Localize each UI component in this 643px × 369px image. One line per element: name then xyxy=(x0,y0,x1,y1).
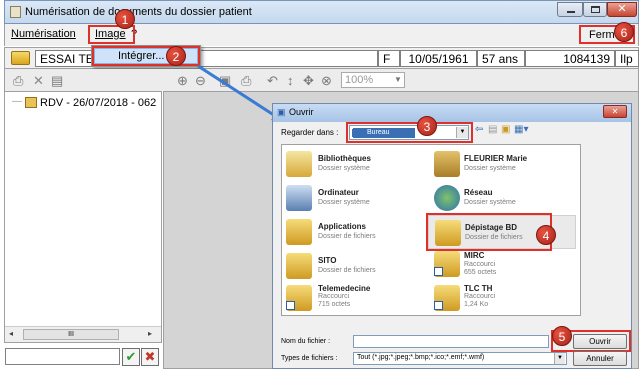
shortcut-arrow-icon xyxy=(286,301,295,310)
filetype-label: Types de fichiers : xyxy=(281,355,338,362)
list-item[interactable]: SITO Dossier de fichiers xyxy=(282,251,430,281)
up-folder-icon[interactable]: ▤ xyxy=(488,124,497,135)
item-type: Dossier système xyxy=(464,165,516,172)
network-icon xyxy=(434,185,460,211)
filename-label: Nom du fichier : xyxy=(281,338,331,345)
filename-input[interactable] xyxy=(353,335,549,348)
folder-icon xyxy=(286,253,312,279)
item-name: Telemedecine xyxy=(318,284,371,293)
arrow-line xyxy=(197,64,281,121)
item-name: Bibliothèques xyxy=(318,154,371,163)
filetype-select[interactable]: Tout (*.jpg;*.jpeg;*.bmp;*.ico;*.emf;*.w… xyxy=(353,352,567,365)
cancel-button-label: Annuler xyxy=(586,354,614,363)
item-type: Raccourci 655 octets xyxy=(464,261,497,276)
item-name: SITO xyxy=(318,256,337,265)
close-icon: ✕ xyxy=(611,107,619,116)
item-name: MIRC xyxy=(464,251,485,260)
chevron-down-icon: ▼ xyxy=(557,355,563,361)
user-folder-icon xyxy=(434,151,460,177)
filetype-dropdown-button[interactable]: ▼ xyxy=(554,353,565,364)
shortcut-arrow-icon xyxy=(434,267,443,276)
step-badge-1: 1 xyxy=(115,9,135,29)
step-badge-4: 4 xyxy=(536,225,556,245)
filetype-value: Tout (*.jpg;*.jpeg;*.bmp;*.ico;*.emf;*.w… xyxy=(357,354,485,361)
list-item[interactable]: Ordinateur Dossier système xyxy=(282,183,430,213)
cancel-button[interactable]: Annuler xyxy=(573,351,627,366)
open-file-dialog: ▣ Ouvrir ✕ Regarder dans : Bureau ▼ ⇦ ▤ … xyxy=(272,103,632,369)
item-type: Dossier système xyxy=(318,165,370,172)
step-badge-6: 6 xyxy=(614,22,634,42)
item-type: Dossier système xyxy=(318,199,370,206)
back-icon[interactable]: ⇦ xyxy=(475,124,483,135)
step-badge-5: 5 xyxy=(552,326,572,346)
dialog-title-bar: ▣ Ouvrir ✕ xyxy=(273,104,631,122)
step-badge-3: 3 xyxy=(417,116,437,136)
list-item[interactable]: FLEURIER Marie Dossier système xyxy=(432,149,580,179)
item-type: Dossier de fichiers xyxy=(318,267,376,274)
folder-icon xyxy=(286,219,312,245)
list-item[interactable]: Bibliothèques Dossier système xyxy=(282,149,430,179)
item-name: Applications xyxy=(318,222,367,231)
list-item[interactable]: Applications Dossier de fichiers xyxy=(282,217,430,247)
dialog-app-icon: ▣ xyxy=(277,107,286,117)
item-name: Ordinateur xyxy=(318,188,359,197)
item-type: Raccourci 1,24 Ko xyxy=(464,293,496,308)
item-type: Dossier de fichiers xyxy=(318,233,376,240)
libraries-icon xyxy=(286,151,312,177)
list-item[interactable]: Telemedecine Raccourci 715 octets xyxy=(282,281,430,315)
computer-icon xyxy=(286,185,312,211)
item-type: Raccourci 715 octets xyxy=(318,293,351,308)
dialog-title: Ouvrir xyxy=(289,107,314,117)
item-name: FLEURIER Marie xyxy=(464,154,528,163)
step-badge-2: 2 xyxy=(166,46,186,66)
list-item[interactable]: MIRC Raccourci 655 octets xyxy=(432,247,580,281)
shortcut-arrow-icon xyxy=(434,301,443,310)
item-name: TLC TH xyxy=(464,284,493,293)
depistage-highlight xyxy=(426,213,552,251)
look-in-label: Regarder dans : xyxy=(281,128,339,137)
list-item[interactable]: Réseau Dossier système xyxy=(432,183,580,213)
new-folder-icon[interactable]: ▣ xyxy=(501,124,510,135)
look-in-highlight xyxy=(346,122,473,143)
view-menu-icon[interactable]: ▦▾ xyxy=(514,124,528,135)
list-item[interactable]: TLC TH Raccourci 1,24 Ko xyxy=(432,281,580,315)
item-type: Dossier système xyxy=(464,199,516,206)
item-name: Réseau xyxy=(464,188,493,197)
dialog-close-button[interactable]: ✕ xyxy=(603,105,627,118)
